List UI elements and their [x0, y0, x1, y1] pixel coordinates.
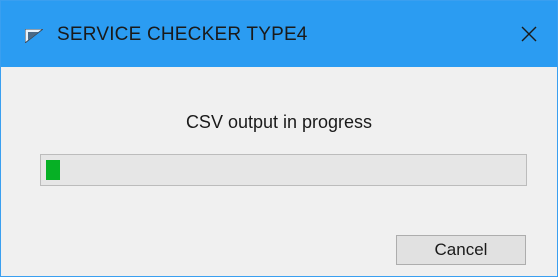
progress-dialog-window: SERVICE CHECKER TYPE4 CSV output in prog…	[0, 0, 558, 277]
close-button[interactable]	[501, 1, 557, 67]
progress-bar	[40, 154, 527, 186]
title-bar[interactable]: SERVICE CHECKER TYPE4	[1, 1, 557, 67]
status-message: CSV output in progress	[185, 112, 373, 132]
close-icon	[521, 26, 537, 42]
progress-fill	[46, 160, 60, 180]
dialog-body: CSV output in progress Cancel	[1, 67, 557, 276]
app-icon	[24, 28, 45, 45]
cancel-button[interactable]: Cancel	[396, 235, 526, 265]
window-title: SERVICE CHECKER TYPE4	[57, 24, 308, 45]
